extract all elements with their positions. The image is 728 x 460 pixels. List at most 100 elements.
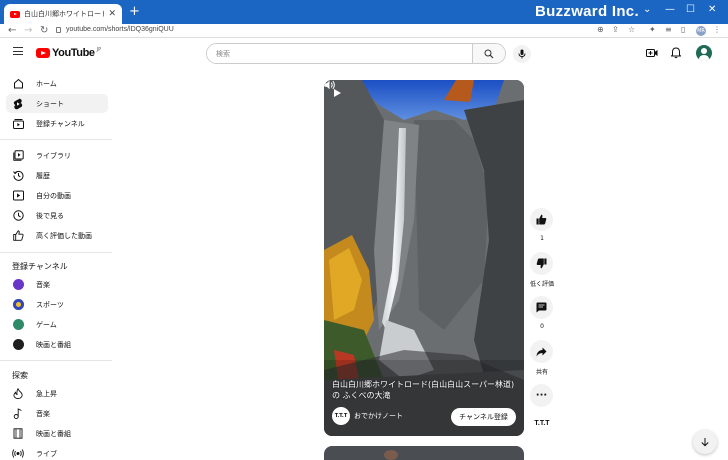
new-tab-button[interactable]: + [129,5,140,19]
sidebar-channel-music[interactable]: 音楽 [6,275,108,294]
like-button[interactable] [530,208,553,231]
short-title[interactable]: 白山白川郷ホワイトロード(白山白山スーパー林道)の ふくべの大滝 [332,379,518,401]
extensions-icon[interactable]: ✦ [649,25,656,34]
sidebar-channel-gaming[interactable]: ゲーム [6,315,108,334]
channel-name[interactable]: おでかけノート [354,411,403,421]
thumbs-up-icon [536,214,547,225]
search-input[interactable] [207,44,473,63]
tab-search-icon[interactable]: ⌄ [643,4,651,15]
logo-country-code: JP [96,46,102,53]
tab-close-icon[interactable]: ✕ [108,9,116,19]
sidebar-item-shorts[interactable]: ショート [6,94,108,113]
sidebar-item-label: 映画と番組 [36,340,71,349]
next-short-preview[interactable] [324,446,524,460]
forward-icon[interactable]: → [24,24,32,38]
search-box [206,43,506,64]
sidebar-item-label: 音楽 [36,409,50,418]
dislike-button[interactable] [530,252,553,275]
menu-icon[interactable] [13,47,23,55]
subscriptions-icon [12,118,24,130]
sidebar-item-label: 後で見る [36,211,64,220]
bookmark-star-icon[interactable]: ☆ [628,25,635,34]
next-short-button[interactable] [693,430,717,454]
comments-button[interactable] [530,296,553,319]
sidebar-item-label: 急上昇 [36,389,57,398]
more-actions-button[interactable]: ··· [530,384,553,407]
sidebar-item-library[interactable]: ライブラリ [6,146,108,165]
sidebar-item-label: ライブラリ [36,151,71,160]
browser-tab-bar: 白山白川郷ホワイトロード(白 白山スーパー林道) ✕ + Buzzward In… [0,0,728,24]
sidebar-channel-sports[interactable]: スポーツ [6,295,108,314]
short-video-player[interactable]: 白山白川郷ホワイトロード(白山白山スーパー林道)の ふくべの大滝 T.T.T お… [324,80,524,436]
sidebar-item-home[interactable]: ホーム [6,74,108,93]
share-arrow-icon [536,347,547,356]
maximize-icon[interactable]: ☐ [686,4,695,15]
sidebar-item-label: 音楽 [36,280,50,289]
url-field[interactable]: youtube.com/shorts/lDQ36gniQUU [66,26,174,33]
logo-text: YouTube [52,47,95,59]
sidebar: ホーム ショート 登録チャンネル ライブラリ 履歴 自分の動画 後で見る 高く評… [0,70,116,460]
share-page-icon[interactable]: ⇪ [612,25,619,34]
reload-icon[interactable]: ↻ [40,24,48,38]
liked-icon [12,230,24,242]
side-panel-icon[interactable]: ▯ [681,25,685,34]
lock-icon [56,27,61,33]
thumbs-down-icon [536,258,547,269]
share-button[interactable] [530,340,553,363]
like-count: 1 [540,235,544,242]
bell-icon [671,47,681,59]
voice-search-button[interactable] [513,45,531,63]
music-note-icon [12,408,24,420]
channel-avatar[interactable]: T.T.T [332,407,350,425]
sidebar-item-music[interactable]: 音楽 [6,404,108,423]
tab-title: 白山白川郷ホワイトロード(白 白山スーパー林道) [24,10,104,18]
media-icon[interactable]: ≡ [665,25,672,34]
notifications-button[interactable] [669,46,683,60]
more-horizontal-icon: ··· [535,389,548,401]
browser-profile-avatar[interactable]: MR [696,26,706,36]
browser-tab[interactable]: 白山白川郷ホワイトロード(白 白山スーパー林道) ✕ [4,4,122,24]
history-icon [12,170,24,182]
trending-icon [12,388,24,400]
brand-watermark: Buzzward Inc. [535,3,639,20]
live-icon [12,448,24,460]
sidebar-item-label: 登録チャンネル [36,119,85,128]
create-video-icon [646,49,658,57]
subscribe-button[interactable]: チャンネル登録 [451,408,516,426]
youtube-logo[interactable]: YouTube JP [36,47,101,59]
sidebar-item-label: ライブ [36,449,57,458]
sidebar-item-movies[interactable]: 映画と番組 [6,424,108,443]
sidebar-item-subscriptions[interactable]: 登録チャンネル [6,114,108,133]
sidebar-item-watch-later[interactable]: 後で見る [6,206,108,225]
library-icon [12,150,24,162]
sidebar-item-label: ショート [36,99,64,108]
sidebar-item-label: ホーム [36,79,57,88]
minimize-icon[interactable]: — [665,4,675,15]
close-window-icon[interactable]: ✕ [708,4,716,15]
sidebar-item-live[interactable]: ライブ [6,444,108,460]
home-icon [12,78,24,90]
search-button[interactable] [472,44,505,63]
channel-sound-label[interactable]: T.T.T [522,420,562,427]
create-button[interactable] [645,46,659,60]
share-label: 共有 [535,369,548,376]
sidebar-item-label: スポーツ [36,300,64,309]
browser-menu-icon[interactable]: ⋮ [713,25,721,34]
youtube-logo-icon [36,48,50,58]
comment-icon [536,302,547,313]
dislike-label: 低く評価 [529,281,554,288]
volume-icon[interactable] [324,80,336,90]
sidebar-item-liked-videos[interactable]: 高く評価した動画 [6,226,108,245]
sidebar-channel-movies[interactable]: 映画と番組 [6,335,108,354]
account-avatar[interactable] [696,45,712,61]
short-channel[interactable]: T.T.T おでかけノート [332,407,403,425]
install-icon[interactable]: ⊕ [597,25,604,34]
back-icon[interactable]: ← [8,24,16,38]
sidebar-item-your-videos[interactable]: 自分の動画 [6,186,108,205]
sidebar-item-history[interactable]: 履歴 [6,166,108,185]
sidebar-item-trending[interactable]: 急上昇 [6,384,108,403]
watch-later-icon [12,210,24,222]
explore-heading: 探索 [12,371,28,380]
address-bar: ← → ↻ youtube.com/shorts/lDQ36gniQUU ⊕ ⇪… [0,24,728,38]
play-icon[interactable] [334,89,341,97]
